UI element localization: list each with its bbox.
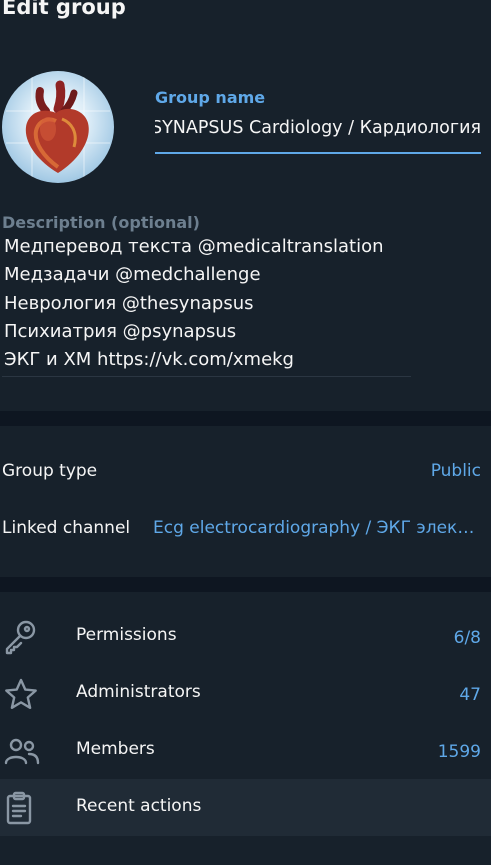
section-divider bbox=[0, 577, 491, 592]
heart-image bbox=[6, 75, 110, 179]
group-type-value: Public bbox=[430, 461, 481, 481]
members-label: Members bbox=[76, 739, 155, 759]
description-line: Медзадачи @medchallenge bbox=[4, 264, 261, 286]
description-input[interactable]: Медперевод текста @medicaltranslation Ме… bbox=[2, 235, 411, 377]
group-name-label: Group name bbox=[155, 88, 266, 107]
linked-channel-label: Linked channel bbox=[2, 518, 131, 538]
description-line: Неврология @thesynapsus bbox=[4, 292, 254, 314]
section-divider bbox=[0, 411, 491, 426]
key-icon bbox=[5, 620, 36, 655]
group-type-label: Group type bbox=[2, 461, 98, 481]
administrators-value: 47 bbox=[459, 685, 481, 705]
page-title: Edit group bbox=[2, 0, 126, 19]
group-name-input[interactable]: SYNAPSUS Cardiology / Кардиология bbox=[155, 116, 481, 154]
description-label: Description (optional) bbox=[2, 213, 200, 232]
recent-actions-row[interactable]: Recent actions bbox=[0, 779, 491, 836]
permissions-label: Permissions bbox=[76, 625, 177, 645]
members-value: 1599 bbox=[437, 742, 481, 762]
permissions-value: 6/8 bbox=[453, 628, 481, 648]
description-line: ЭКГ и ХМ https://vk.com/xmekg bbox=[4, 349, 294, 371]
members-icon bbox=[4, 738, 40, 765]
recent-actions-label: Recent actions bbox=[76, 796, 202, 816]
description-line: Психиатрия @psynapsus bbox=[4, 320, 237, 342]
group-name-value: SYNAPSUS Cardiology / Кардиология bbox=[155, 118, 481, 138]
administrators-label: Administrators bbox=[76, 682, 201, 702]
clipboard-icon bbox=[6, 791, 32, 825]
description-line: Медперевод текста @medicaltranslation bbox=[4, 236, 384, 257]
star-icon bbox=[5, 678, 37, 709]
linked-channel-value: Ecg electrocardiography / ЭКГ электрокар… bbox=[153, 518, 483, 538]
group-avatar[interactable] bbox=[2, 71, 114, 183]
